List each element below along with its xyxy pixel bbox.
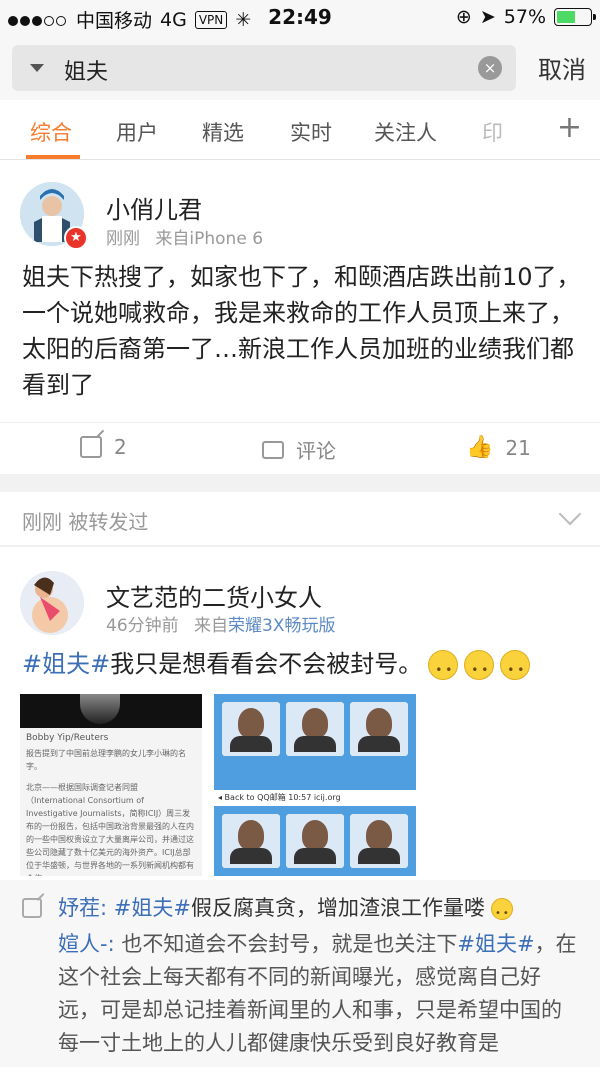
hashtag-link[interactable]: #姐夫# bbox=[114, 896, 191, 920]
post-username[interactable]: 小俏儿君 bbox=[106, 190, 202, 225]
comment-button[interactable]: 评论 bbox=[262, 435, 336, 464]
search-header: 姐夫 × 取消 bbox=[0, 36, 600, 100]
repost-icon bbox=[80, 436, 102, 458]
portrait bbox=[222, 702, 280, 756]
post-meta: 刚刚 来自iPhone 6 bbox=[106, 224, 263, 249]
portrait bbox=[286, 702, 344, 756]
comment-author[interactable]: 媗人-: bbox=[58, 932, 115, 956]
location-icon: ➤ bbox=[479, 6, 496, 28]
image-credit: Bobby Yip/Reuters bbox=[26, 733, 109, 743]
post-action-bar: 2 评论 👍 21 bbox=[0, 422, 600, 474]
comment-label: 评论 bbox=[296, 439, 336, 463]
chevron-down-icon[interactable] bbox=[558, 502, 582, 526]
comment-author[interactable]: 妤茬: bbox=[58, 896, 107, 920]
search-input[interactable]: 姐夫 × bbox=[12, 45, 516, 91]
image-body: 北京——根据国际调查记者同盟（International Consortium … bbox=[26, 783, 194, 876]
thumbs-up-icon: 👍 bbox=[466, 435, 494, 460]
repost-count: 2 bbox=[114, 435, 127, 459]
comment-text: 也不知道会不会封号，就是也关注下 bbox=[121, 932, 458, 956]
thinking-emoji-icon bbox=[464, 650, 495, 688]
portrait bbox=[350, 814, 408, 868]
image-caption: 报告提到了中国前总理李鹏的女儿李小琳的名字。 bbox=[26, 749, 186, 771]
post-source-prefix: 来自 bbox=[194, 616, 229, 636]
battery-icon bbox=[554, 8, 596, 26]
avatar[interactable] bbox=[20, 571, 84, 635]
smile-emoji-icon bbox=[490, 898, 513, 930]
portrait bbox=[286, 814, 344, 868]
news-photo bbox=[20, 694, 202, 728]
post-source: iPhone 6 bbox=[189, 229, 264, 249]
post-meta: 46分钟前 来自荣耀3X畅玩版 bbox=[106, 611, 336, 636]
status-bar: 中国移动 4G VPN ✳ 22:49 ⊕ ➤ 57% bbox=[0, 0, 600, 36]
comment-preview[interactable]: 妤茬: #姐夫#假反腐真贪，增加渣浪工作量喽 媗人-: 也不知道会不会封号，就是… bbox=[0, 880, 600, 1067]
post-username[interactable]: 文艺范的二货小女人 bbox=[106, 578, 322, 613]
hashtag-link[interactable]: #姐夫# bbox=[457, 932, 534, 956]
embedded-status-bar: ◂ Back to QQ邮箱 10:57 icij.org bbox=[214, 790, 416, 806]
verified-badge: ★ bbox=[64, 226, 88, 250]
post-source-prefix: 来自 bbox=[155, 229, 190, 249]
portrait bbox=[222, 814, 280, 868]
battery-percent: 57% bbox=[503, 6, 546, 28]
comment-item[interactable]: 妤茬: #姐夫#假反腐真贪，增加渣浪工作量喽 bbox=[58, 892, 513, 930]
thinking-emoji-icon bbox=[500, 650, 531, 688]
tab-users[interactable]: 用户 bbox=[116, 117, 158, 147]
thinking-emoji-icon bbox=[428, 650, 459, 688]
like-button[interactable]: 👍 21 bbox=[466, 435, 531, 460]
repost-notice[interactable]: 刚刚 被转发过 bbox=[0, 492, 600, 546]
like-count: 21 bbox=[505, 435, 531, 460]
post-text[interactable]: 姐夫下热搜了，如家也下了，和颐酒店跌出前10了，一个说她喊救命，我是来救命的工作… bbox=[22, 259, 582, 403]
comment-text: 假反腐真贪，增加渣浪工作量喽 bbox=[190, 896, 485, 920]
clear-icon[interactable]: × bbox=[478, 56, 502, 80]
search-query[interactable]: 姐夫 bbox=[64, 54, 108, 86]
add-tab-icon[interactable]: + bbox=[557, 110, 582, 145]
post-source[interactable]: 荣耀3X畅玩版 bbox=[228, 616, 335, 636]
tab-following[interactable]: 关注人 bbox=[374, 117, 437, 147]
comment-item[interactable]: 媗人-: 也不知道会不会封号，就是也关注下#姐夫#，在这个社会上每天都有不同的新… bbox=[58, 928, 580, 1060]
post-time: 46分钟前 bbox=[106, 616, 179, 636]
portrait bbox=[350, 702, 408, 756]
comment-icon bbox=[262, 435, 284, 459]
dropdown-icon[interactable] bbox=[30, 64, 44, 72]
tab-featured[interactable]: 精选 bbox=[202, 117, 244, 147]
comment-preview-icon bbox=[22, 898, 42, 918]
repost-notice-label: 刚刚 被转发过 bbox=[22, 510, 149, 534]
post-text-body: 我只是想看看会不会被封号。 bbox=[110, 650, 423, 678]
hashtag-link[interactable]: #姐夫# bbox=[22, 650, 110, 678]
post-time: 刚刚 bbox=[106, 229, 140, 249]
post-image[interactable]: Bobby Yip/Reuters 报告提到了中国前总理李鹏的女儿李小琳的名字。… bbox=[20, 694, 202, 876]
repost-button[interactable]: 2 bbox=[80, 435, 127, 459]
tab-comprehensive[interactable]: 综合 bbox=[30, 117, 72, 147]
tab-bar: 综合 用户 精选 实时 关注人 印 + bbox=[0, 100, 600, 160]
post-image[interactable]: ◂ Back to QQ邮箱 10:57 icij.org bbox=[214, 694, 416, 876]
cancel-button[interactable]: 取消 bbox=[538, 50, 586, 85]
tab-realtime[interactable]: 实时 bbox=[290, 117, 332, 147]
active-tab-indicator bbox=[26, 155, 80, 159]
post-text[interactable]: #姐夫#我只是想看看会不会被封号。 bbox=[22, 646, 531, 688]
rotation-lock-icon: ⊕ bbox=[455, 6, 472, 28]
